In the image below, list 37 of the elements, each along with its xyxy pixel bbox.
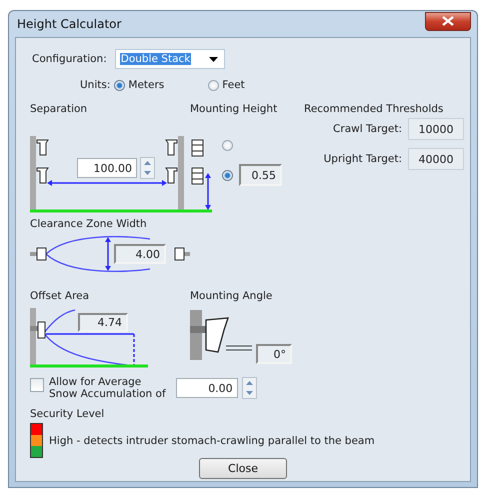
caret-icon xyxy=(208,56,218,62)
separation-field[interactable]: 100.00 xyxy=(77,158,137,178)
threshold-field[interactable]: 40000 xyxy=(408,148,464,170)
snow-checkbox[interactable] xyxy=(30,378,44,392)
radio-button[interactable] xyxy=(222,170,233,181)
mounting-height-field[interactable]: 0.55 xyxy=(239,164,282,186)
section-label: Clearance Zone Width xyxy=(30,218,147,230)
radio-button[interactable] xyxy=(222,140,233,151)
mounting-angle-field[interactable]: 0° xyxy=(256,344,292,364)
spin-buttons[interactable] xyxy=(140,157,155,179)
security-description: High - detects intruder stomach-crawling parallel to the beam xyxy=(49,434,375,446)
radio-button[interactable] xyxy=(208,80,220,90)
threshold-label: Upright Target: xyxy=(324,153,402,165)
snow-field[interactable]: 0.00 xyxy=(176,378,238,398)
units-label: Units: xyxy=(80,79,110,91)
configuration-dropdown[interactable]: Double Stack xyxy=(114,49,225,69)
section-label: Separation xyxy=(30,103,88,115)
radio-button[interactable] xyxy=(114,80,126,90)
section-label: Offset Area xyxy=(30,290,90,302)
section-label: Security Level xyxy=(30,408,104,420)
threshold-label: Crawl Target: xyxy=(333,123,402,135)
close-button[interactable] xyxy=(425,12,471,30)
radio-label: Feet xyxy=(222,79,245,91)
snow-label: Allow for Average Snow Accumulation of xyxy=(49,376,166,400)
section-label: Recommended Thresholds xyxy=(304,103,444,115)
threshold-field[interactable]: 10000 xyxy=(408,118,464,140)
offset-area-field[interactable]: 4.74 xyxy=(78,313,128,332)
section-label: Mounting Angle xyxy=(190,290,272,302)
radio-label: Meters xyxy=(128,79,164,91)
mounting-angle-drawing xyxy=(190,310,252,360)
spin-buttons[interactable] xyxy=(242,377,257,399)
configuration-label: Configuration: xyxy=(32,53,107,65)
section-label: Mounting Height xyxy=(190,103,278,115)
close-icon xyxy=(442,16,454,26)
window-title: Height Calculator xyxy=(16,17,122,31)
close-button[interactable]: Close xyxy=(199,458,287,479)
clearance-width-field[interactable]: 4.00 xyxy=(114,244,166,264)
